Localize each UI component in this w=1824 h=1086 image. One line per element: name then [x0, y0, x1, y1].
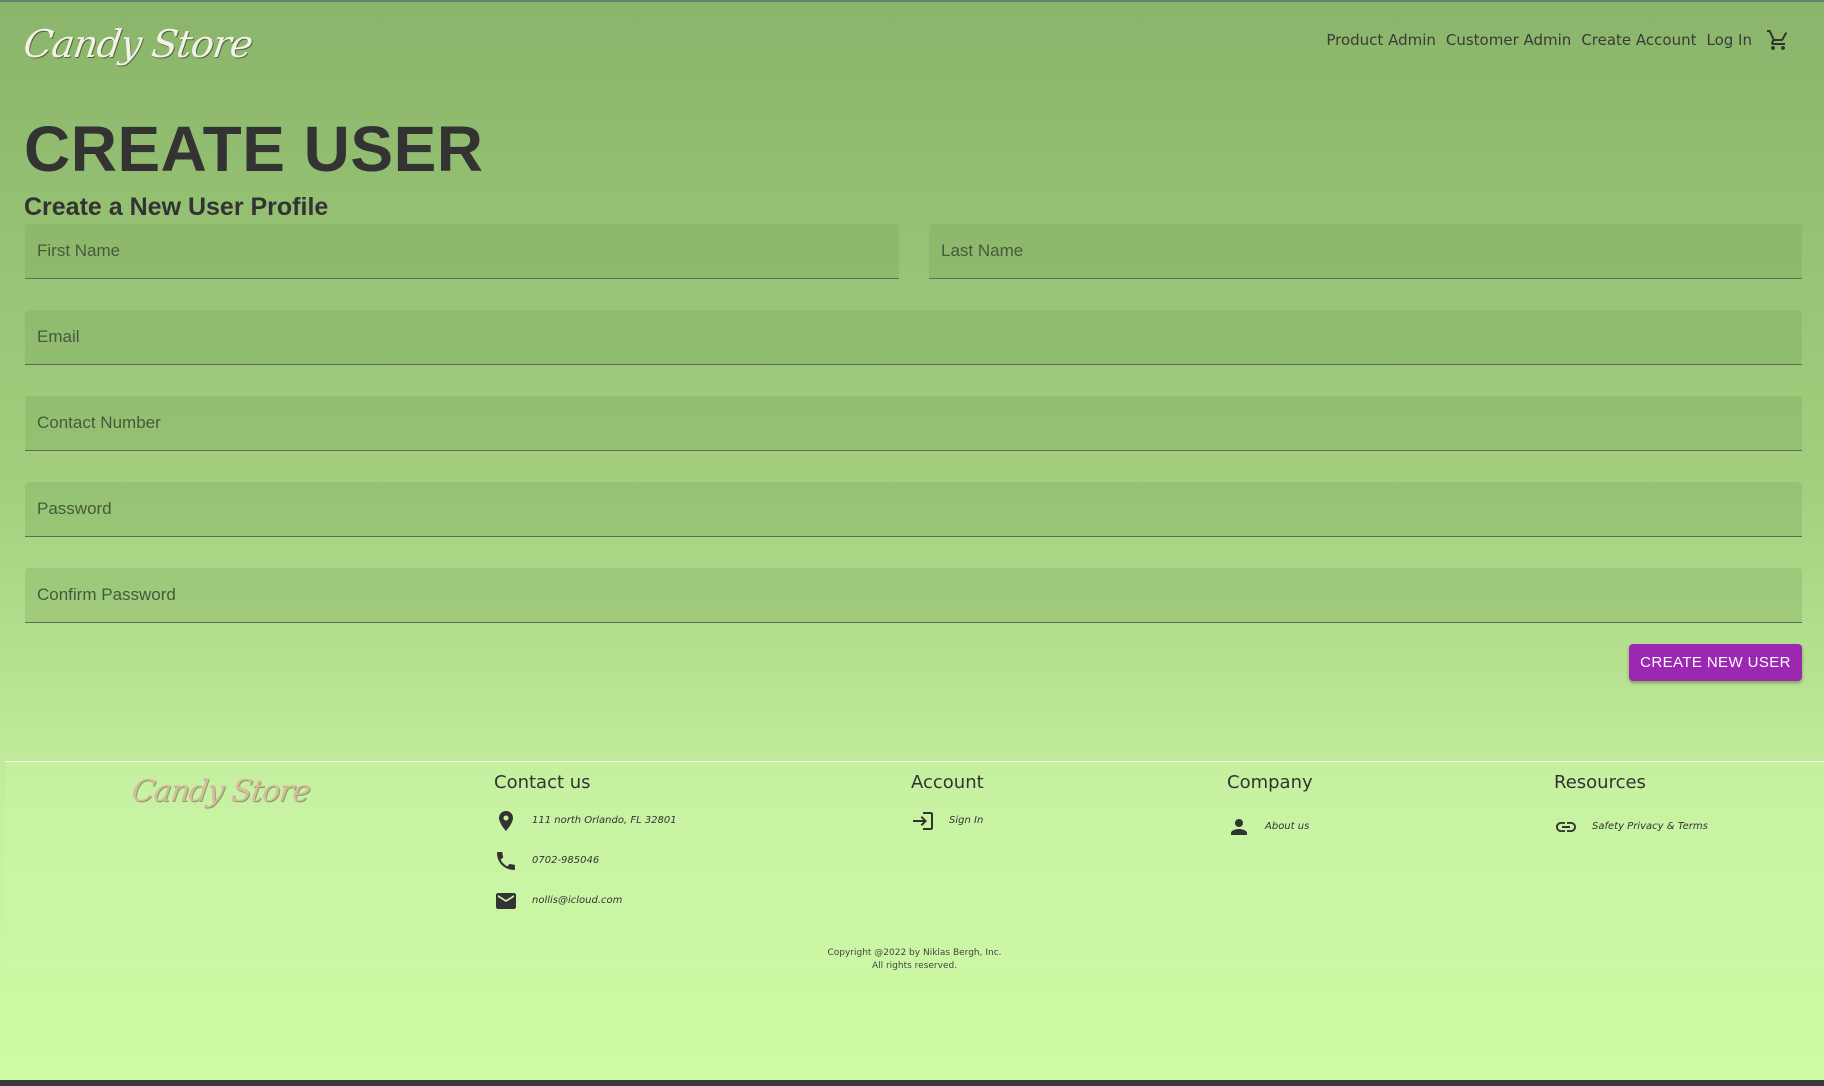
email-input[interactable] [25, 310, 1802, 364]
shopping-cart-icon[interactable] [1766, 28, 1790, 52]
person-icon [1231, 818, 1247, 835]
footer-about-text[interactable]: About us [1265, 821, 1309, 832]
footer-company-heading: Company [1227, 772, 1313, 793]
footer-resources-heading: Resources [1554, 772, 1646, 793]
email-field [25, 310, 1802, 365]
footer-terms-text[interactable]: Safety Privacy & Terms [1592, 821, 1708, 832]
footer-email: nollis@icloud.com [494, 888, 677, 913]
top-border [0, 0, 1824, 2]
footer-about-link[interactable]: About us [1227, 814, 1313, 839]
footer-sign-in-link[interactable]: Sign In [911, 808, 984, 833]
footer-resources-column: Resources Safety Privacy & Terms [1554, 772, 1708, 839]
confirm-password-field [25, 568, 1802, 623]
footer-address: 111 north Orlando, FL 32801 [494, 808, 677, 833]
nav-log-in[interactable]: Log In [1707, 31, 1753, 49]
footer-contact-heading: Contact us [494, 772, 591, 793]
confirm-password-input[interactable] [25, 568, 1802, 622]
footer: Candy Store Contact us 111 north Orlando… [5, 761, 1824, 973]
contact-number-input[interactable] [25, 396, 1802, 450]
footer-copyright: Copyright @2022 by Niklas Bergh, Inc. Al… [5, 947, 1824, 973]
footer-phone-text: 0702-985046 [532, 855, 600, 866]
footer-logo[interactable]: Candy Store [130, 774, 313, 809]
footer-account-column: Account Sign In [911, 772, 984, 833]
footer-address-text: 111 north Orlando, FL 32801 [532, 815, 677, 826]
rights-line: All rights reserved. [871, 961, 958, 971]
login-icon [913, 811, 933, 830]
nav-customer-admin[interactable]: Customer Admin [1446, 31, 1571, 49]
page-subtitle: Create a New User Profile [24, 193, 329, 221]
last-name-field [929, 224, 1802, 279]
copyright-line: Copyright @2022 by Niklas Bergh, Inc. [827, 948, 1002, 958]
mail-icon [496, 892, 516, 909]
last-name-input[interactable] [929, 224, 1802, 278]
footer-terms-link[interactable]: Safety Privacy & Terms [1554, 814, 1708, 839]
top-nav: Product Admin Customer Admin Create Acco… [1326, 28, 1790, 52]
first-name-field [25, 224, 899, 279]
first-name-input[interactable] [25, 224, 899, 278]
contact-number-field [25, 396, 1802, 451]
page-title: CREATE USER [24, 113, 484, 185]
footer-phone: 0702-985046 [494, 848, 677, 873]
footer-contact-column: Contact us 111 north Orlando, FL 32801 0… [494, 772, 677, 913]
link-icon [1556, 821, 1576, 832]
password-field [25, 482, 1802, 537]
phone-icon [497, 851, 515, 870]
footer-email-text[interactable]: nollis@icloud.com [532, 895, 622, 906]
footer-account-heading: Account [911, 772, 984, 793]
bottom-bar [0, 1080, 1824, 1086]
location-pin-icon [499, 810, 513, 831]
brand-logo[interactable]: Candy Store [21, 22, 255, 66]
password-input[interactable] [25, 482, 1802, 536]
nav-create-account[interactable]: Create Account [1581, 31, 1696, 49]
footer-company-column: Company About us [1227, 772, 1313, 839]
create-new-user-button[interactable]: CREATE NEW USER [1629, 644, 1802, 681]
nav-product-admin[interactable]: Product Admin [1326, 31, 1436, 49]
footer-sign-in-text[interactable]: Sign In [949, 815, 983, 826]
